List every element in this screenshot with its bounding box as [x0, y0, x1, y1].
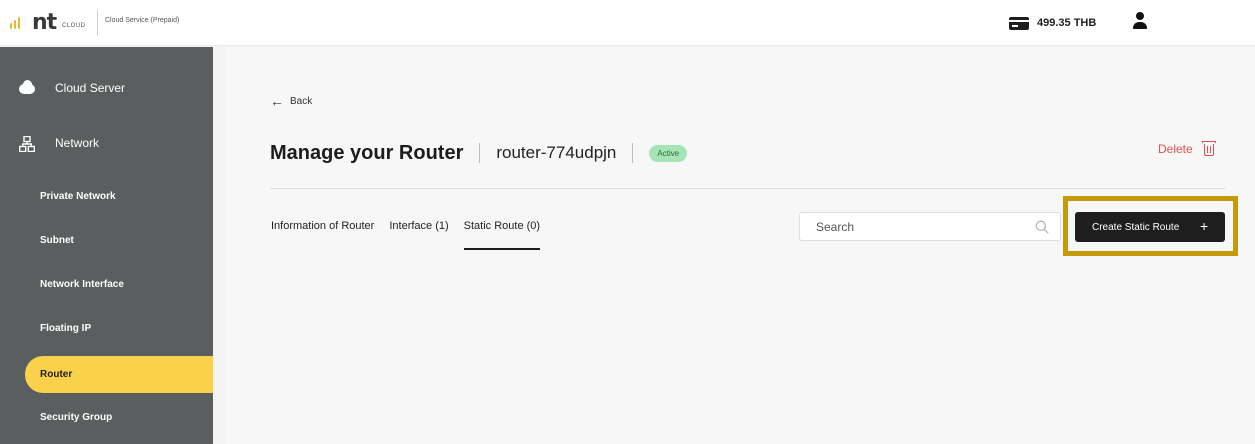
sidebar-item-cloud-server[interactable]: Cloud Server — [0, 68, 213, 108]
sidebar-item-label: Security Group — [40, 412, 113, 423]
tab-static-route[interactable]: Static Route (0) — [463, 220, 541, 250]
tab-interface[interactable]: Interface (1) — [389, 220, 448, 250]
network-icon — [19, 136, 35, 152]
page-title: Manage your Router — [270, 141, 464, 164]
service-label: Cloud Service (Prepaid) — [105, 17, 180, 24]
divider — [270, 188, 1225, 189]
nt-cloud-logo[interactable]: nt CLOUD — [10, 8, 100, 38]
tab-information-of-router[interactable]: Information of Router — [271, 220, 374, 250]
balance-display[interactable]: 499.35 THB — [1009, 15, 1096, 31]
title-divider — [632, 143, 634, 163]
sidebar-item-security-group[interactable]: Security Group — [0, 399, 213, 436]
arrow-left-icon: ← — [270, 93, 284, 109]
sidebar-item-network[interactable]: Network — [0, 123, 213, 163]
sidebar-item-subnet[interactable]: Subnet — [0, 222, 213, 259]
sidebar-item-router[interactable]: Router — [25, 356, 213, 393]
sidebar-item-label: Private Network — [40, 191, 116, 202]
tab-bar: Information of Router Interface (1) Stat… — [271, 220, 555, 250]
credit-card-icon — [1009, 16, 1029, 30]
title-divider — [479, 143, 481, 163]
top-bar: nt CLOUD Cloud Service (Prepaid) 499.35 … — [0, 0, 1255, 46]
page-header: Manage your Router router-774udpjn Activ… — [270, 140, 688, 166]
logo-divider — [97, 10, 98, 36]
delete-button[interactable]: Delete — [1158, 141, 1216, 156]
back-link[interactable]: ← Back — [270, 93, 313, 109]
delete-label: Delete — [1158, 141, 1193, 156]
router-name: router-774udpjn — [496, 143, 617, 162]
create-static-route-button[interactable]: Create Static Route + — [1075, 212, 1225, 242]
sidebar-item-floating-ip[interactable]: Floating IP — [0, 310, 213, 347]
logo-subtext: CLOUD — [62, 23, 86, 29]
sidebar-item-label: Network — [55, 136, 100, 150]
create-button-label: Create Static Route — [1092, 221, 1180, 233]
sidebar-item-label: Floating IP — [40, 323, 92, 334]
sidebar-item-label: Cloud Server — [55, 81, 126, 95]
search-box — [799, 212, 1061, 241]
sidebar: Cloud Server Network Private Network Sub… — [0, 47, 213, 444]
back-label: Back — [290, 95, 313, 107]
status-badge: Active — [649, 144, 688, 162]
logo-mark-icon — [10, 11, 22, 29]
sidebar-item-private-network[interactable]: Private Network — [0, 178, 213, 215]
logo-text: nt — [32, 10, 57, 35]
sidebar-item-label: Network Interface — [40, 279, 124, 290]
trash-icon — [1201, 141, 1216, 156]
search-icon[interactable] — [1035, 220, 1049, 234]
sidebar-item-label: Subnet — [40, 235, 74, 246]
sidebar-item-label: Router — [40, 369, 73, 380]
balance-amount: 499.35 THB — [1037, 17, 1097, 29]
sidebar-item-network-interface[interactable]: Network Interface — [0, 266, 213, 303]
search-input[interactable] — [816, 219, 1016, 235]
cloud-icon — [19, 80, 35, 95]
user-icon[interactable] — [1133, 12, 1147, 30]
plus-icon: + — [1200, 218, 1209, 234]
